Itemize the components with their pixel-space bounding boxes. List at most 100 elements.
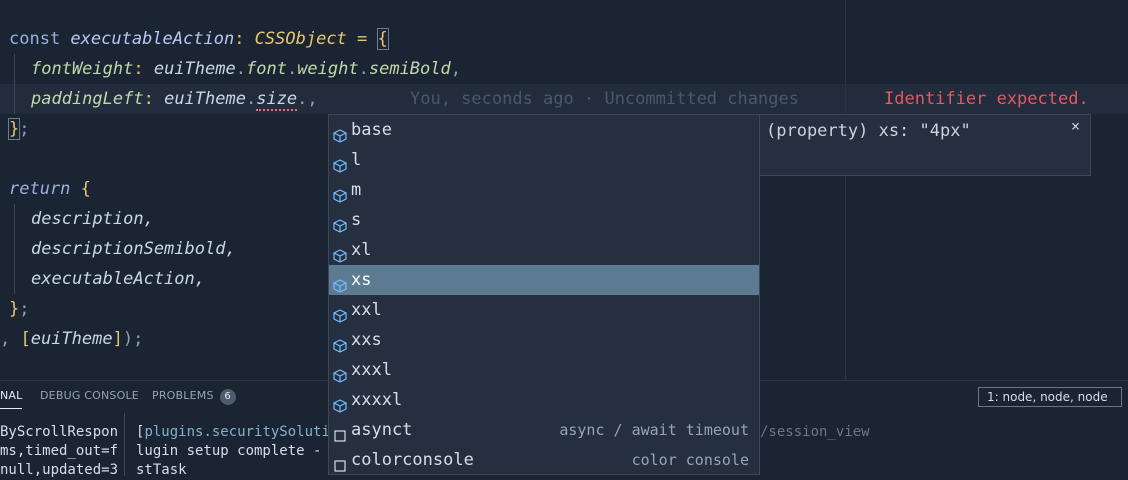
punctuation: ,: [307, 89, 318, 109]
bracket: [: [20, 329, 31, 349]
punctuation: ,: [450, 59, 461, 79]
punctuation: ;: [19, 299, 30, 319]
property-icon: [333, 243, 347, 263]
code-line-7[interactable]: description,: [31, 204, 154, 234]
operator: =: [346, 29, 378, 49]
keyword: return: [9, 179, 81, 199]
terminal-line: stTask: [136, 462, 187, 478]
code-line-11[interactable]: , [euiTheme]);: [0, 324, 143, 354]
operator: :: [133, 59, 154, 79]
identifier: euiTheme: [164, 89, 246, 109]
property-name: font: [245, 59, 287, 79]
suggest-item-label: s: [351, 210, 362, 230]
suggest-item-label: xxxxl: [351, 390, 403, 410]
indent-guide: [14, 204, 15, 294]
type-name: CSSObject: [254, 29, 347, 49]
terminal-line: /session_view: [760, 424, 870, 440]
suggest-item[interactable]: xxxxl: [329, 385, 759, 415]
terminal-line: lugin setup complete - S: [136, 443, 339, 459]
identifier: euiTheme: [30, 329, 113, 349]
punctuation: .: [297, 89, 308, 109]
punctuation: .: [358, 59, 369, 79]
property-icon: [333, 213, 347, 233]
suggest-item-label: xxs: [351, 330, 382, 350]
bracket: }: [9, 299, 20, 319]
property-icon: [333, 183, 347, 203]
bracket: }: [7, 118, 21, 140]
suggest-item-detail: async / await timeout: [559, 421, 749, 439]
terminal-text: plugins.securitySolution: [144, 424, 347, 440]
bracket: {: [376, 28, 389, 50]
suggest-item-label: xxxl: [351, 360, 392, 380]
suggest-item-label: l: [351, 150, 362, 170]
suggest-item[interactable]: colorconsole color console: [329, 445, 759, 474]
suggest-item[interactable]: xl: [329, 235, 759, 265]
punctuation: ,: [0, 329, 21, 349]
snippet-icon: [333, 453, 347, 472]
punctuation: .: [245, 89, 257, 109]
property-icon: [333, 303, 347, 323]
punctuation: .: [286, 59, 298, 79]
tab-debug-console[interactable]: DEBUG CONSOLE: [40, 389, 139, 402]
git-blame-annotation: You, seconds ago · Uncommitted changes: [410, 89, 799, 109]
suggest-item-detail: color console: [631, 451, 749, 469]
property-name: fontWeight: [31, 59, 134, 79]
suggest-item-label: base: [351, 120, 392, 140]
terminal-split-divider[interactable]: [124, 413, 125, 476]
property-icon: [333, 363, 347, 383]
suggest-item[interactable]: xs: [329, 265, 759, 295]
code-line-8[interactable]: descriptionSemibold,: [31, 234, 236, 264]
code-line-4[interactable]: };: [7, 114, 30, 144]
suggest-item[interactable]: asynct async / await timeout: [329, 415, 759, 445]
code-line-1[interactable]: const executableAction: CSSObject = {: [9, 24, 389, 54]
suggest-details-panel: (property) xs: "4px" ×: [760, 114, 1091, 176]
terminal-line: ms,timed_out=f: [0, 443, 119, 459]
suggest-widget[interactable]: base l m s xl xs xxl xxs xxxl xxxxl asynct async / …: [328, 114, 760, 475]
suggest-item[interactable]: m: [329, 175, 759, 205]
property-icon: [333, 123, 347, 143]
suggest-item[interactable]: xxxl: [329, 355, 759, 385]
close-icon[interactable]: ×: [1071, 117, 1080, 135]
punctuation: .: [235, 59, 246, 79]
code-line-9[interactable]: executableAction,: [31, 264, 205, 294]
code-line-10[interactable]: };: [9, 294, 30, 324]
problems-count-badge: 6: [219, 389, 236, 405]
suggest-item-label: colorconsole: [351, 450, 474, 470]
bracket: ]: [112, 329, 123, 349]
terminal-line: null,updated=3: [0, 462, 119, 478]
terminal-select[interactable]: 1: node, node, node: [978, 387, 1122, 407]
punctuation: );: [122, 329, 144, 349]
property-icon: [333, 153, 347, 173]
suggest-item[interactable]: xxl: [329, 295, 759, 325]
identifier: executableAction: [70, 29, 235, 49]
tab-problems[interactable]: PROBLEMS 6: [152, 389, 236, 405]
suggest-details-text: (property) xs: "4px": [766, 121, 971, 141]
identifier: description,: [31, 209, 154, 229]
suggest-item[interactable]: l: [329, 145, 759, 175]
suggest-item[interactable]: xxs: [329, 325, 759, 355]
code-line-2[interactable]: fontWeight: euiTheme.font.weight.semiBol…: [31, 54, 461, 84]
code-line-6[interactable]: return {: [9, 174, 91, 204]
property-icon: [333, 393, 347, 413]
snippet-icon: [333, 423, 347, 442]
code-line-3[interactable]: paddingLeft: euiTheme.size.,: [31, 84, 318, 114]
suggest-item-label: xxl: [351, 300, 382, 320]
terminal-line: [plugins.securitySolution: [136, 423, 347, 442]
suggest-item-label: xl: [351, 240, 372, 260]
property-icon: [333, 333, 347, 353]
indent-guide: [14, 54, 15, 114]
property-icon: [333, 273, 347, 293]
terminal-line: ByScrollRespon: [0, 424, 119, 440]
bracket: {: [80, 179, 91, 199]
property-name: semiBold: [368, 59, 451, 79]
identifier: executableAction,: [31, 269, 205, 289]
tab-terminal[interactable]: NAL: [0, 389, 23, 409]
error-lens-message: Identifier expected.: [884, 89, 1089, 109]
suggest-item[interactable]: s: [329, 205, 759, 235]
property-name: weight: [297, 59, 359, 79]
error-squiggle: size: [256, 89, 298, 111]
editor-ruler: [845, 0, 846, 380]
suggest-item[interactable]: base: [329, 115, 759, 145]
punctuation: ;: [19, 119, 30, 139]
identifier: descriptionSemibold,: [31, 239, 236, 259]
